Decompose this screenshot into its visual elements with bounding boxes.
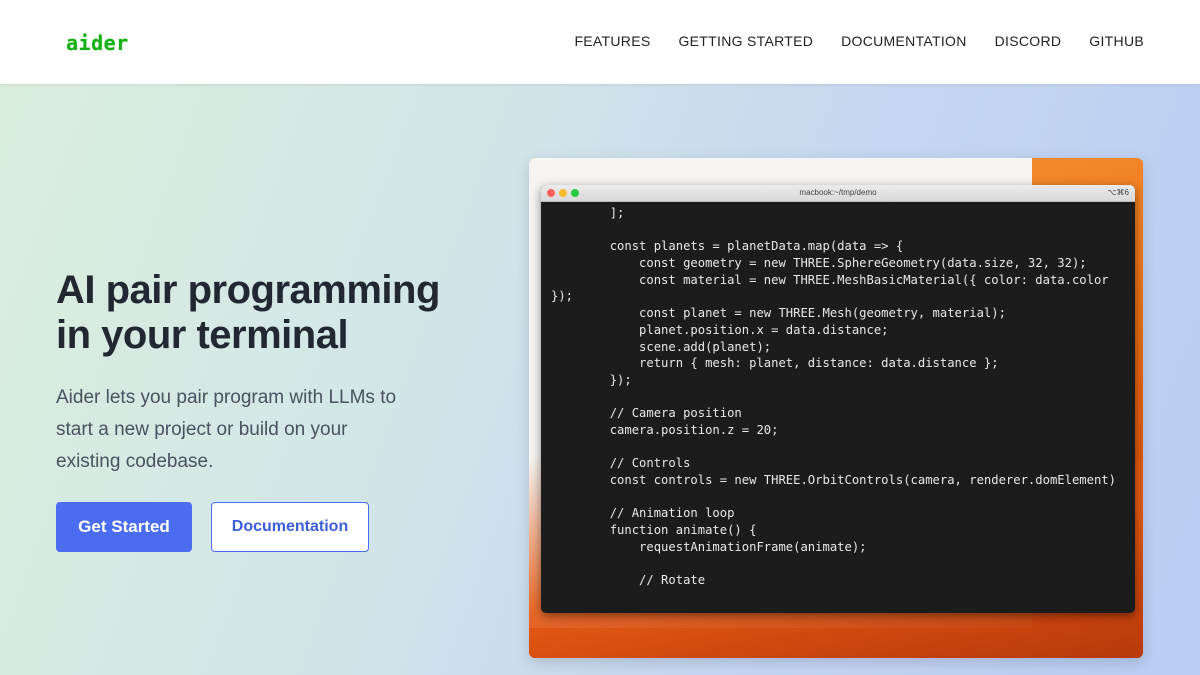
hero-title-line-1: AI pair programming (56, 268, 440, 312)
code-line: ]; (551, 206, 625, 220)
code-line: // Controls (551, 456, 691, 471)
nav-link-discord[interactable]: DISCORD (995, 33, 1062, 49)
nav-link-documentation[interactable]: DOCUMENTATION (841, 33, 966, 49)
code-line: camera.position.z = 20; (551, 422, 779, 437)
terminal-titlebar: macbook:~/tmp/demo ⌥⌘6 (541, 185, 1135, 202)
code-line: planet.position.x = data.distance; (551, 322, 889, 337)
code-line: const material = new THREE.MeshBasicMate… (551, 272, 1109, 287)
get-started-button[interactable]: Get Started (56, 502, 192, 552)
code-line: const controls = new THREE.OrbitControls… (551, 473, 1116, 487)
code-line: // Rotate (551, 573, 706, 588)
code-line: function animate() { (551, 523, 757, 538)
code-line: const planet = new THREE.Mesh(geometry, … (551, 306, 1006, 321)
code-line: const planets = planetData.map(data => { (551, 239, 904, 254)
code-line: // Camera position (551, 406, 742, 421)
documentation-button[interactable]: Documentation (211, 502, 369, 552)
code-line: const geometry = new THREE.SphereGeometr… (551, 256, 1087, 271)
code-line: scene.add(planet); (551, 339, 772, 354)
code-line: }); (551, 372, 632, 387)
code-line: return { mesh: planet, distance: data.di… (551, 356, 999, 371)
nav-link-features[interactable]: FEATURES (574, 33, 650, 49)
code-line: }); (551, 289, 574, 304)
terminal-shortcut: ⌥⌘6 (1107, 188, 1129, 197)
hero-title-line-2: in your terminal (56, 313, 349, 357)
terminal-code: ]; const planets = planetData.map(data =… (551, 205, 1131, 605)
code-line: requestAnimationFrame(animate); (551, 539, 867, 554)
terminal-title: macbook:~/tmp/demo (799, 188, 877, 197)
aider-logo[interactable]: aider (66, 31, 129, 55)
demo-screenshot: macbook:~/tmp/demo ⌥⌘6 ]; const planets … (529, 158, 1143, 658)
hero-section: AI pair programming in your terminal Aid… (0, 84, 1200, 675)
hero-title: AI pair programming in your terminal (56, 268, 496, 358)
nav-links: FEATURES GETTING STARTED DOCUMENTATION D… (574, 33, 1144, 49)
code-line: // Animation loop (551, 506, 735, 521)
nav-link-getting-started[interactable]: GETTING STARTED (678, 33, 813, 49)
terminal-window: macbook:~/tmp/demo ⌥⌘6 ]; const planets … (541, 185, 1135, 613)
top-navbar: aider FEATURES GETTING STARTED DOCUMENTA… (0, 0, 1200, 84)
hero-subtitle: Aider lets you pair program with LLMs to… (56, 387, 397, 472)
nav-link-github[interactable]: GITHUB (1089, 33, 1144, 49)
